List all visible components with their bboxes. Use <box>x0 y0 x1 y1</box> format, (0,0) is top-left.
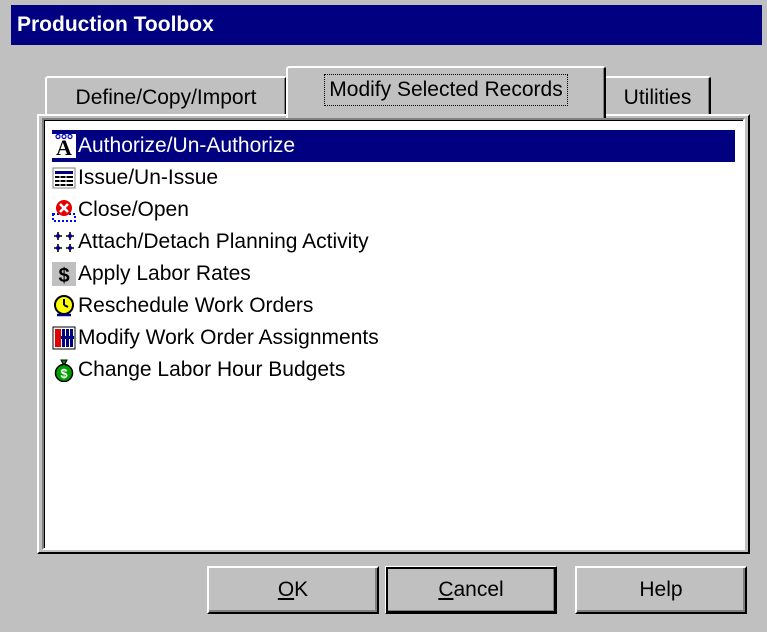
close-open-icon <box>52 198 76 222</box>
list-item[interactable]: Issue/Un-Issue <box>52 162 735 194</box>
help-button[interactable]: Help <box>575 566 747 614</box>
cancel-label-rest: ancel <box>453 578 504 601</box>
tab-modify-selected-records[interactable]: Modify Selected Records <box>286 66 606 118</box>
list-item-label: Issue/Un-Issue <box>78 166 219 189</box>
tab-label: Define/Copy/Import <box>75 86 257 109</box>
ok-mnemonic: O <box>277 578 295 601</box>
dollar-icon: $ <box>52 262 76 286</box>
list-item[interactable]: $ Change Labor Hour Budgets <box>52 354 735 386</box>
authorize-icon: A <box>52 134 76 158</box>
list-item[interactable]: $ Apply Labor Rates <box>52 258 735 290</box>
assignments-icon <box>52 326 76 350</box>
list-item-label: Reschedule Work Orders <box>78 294 314 317</box>
list-item[interactable]: Reschedule Work Orders <box>52 290 735 322</box>
action-listbox[interactable]: A Authorize/Un-Authorize Issue/Un-Issue … <box>42 118 745 550</box>
list-item-label: Apply Labor Rates <box>78 262 251 285</box>
help-label: Help <box>639 578 683 601</box>
attach-detach-icon <box>52 230 76 254</box>
production-toolbox-window: Production Toolbox Define/Copy/Import Mo… <box>0 0 767 632</box>
window-title: Production Toolbox <box>11 5 762 45</box>
cancel-button[interactable]: Cancel <box>385 566 557 614</box>
tab-label: Utilities <box>623 86 692 109</box>
list-item-label: Authorize/Un-Authorize <box>78 134 296 157</box>
svg-text:$: $ <box>60 366 68 381</box>
list-item[interactable]: Close/Open <box>52 194 735 226</box>
cancel-mnemonic: C <box>438 578 454 601</box>
list-item-label: Change Labor Hour Budgets <box>78 358 346 381</box>
tab-label: Modify Selected Records <box>324 74 568 106</box>
clock-icon <box>52 294 76 318</box>
list-item[interactable]: Modify Work Order Assignments <box>52 322 735 354</box>
svg-text:$: $ <box>58 265 69 286</box>
list-item[interactable]: A Authorize/Un-Authorize <box>52 130 735 162</box>
list-item-label: Attach/Detach Planning Activity <box>78 230 369 253</box>
action-list: A Authorize/Un-Authorize Issue/Un-Issue … <box>52 130 735 386</box>
list-item-label: Close/Open <box>78 198 189 221</box>
list-item[interactable]: Attach/Detach Planning Activity <box>52 226 735 258</box>
issue-icon <box>52 166 76 190</box>
ok-button[interactable]: OK <box>207 566 379 614</box>
money-bag-icon: $ <box>52 358 76 382</box>
ok-label-rest: K <box>294 578 309 601</box>
tab-define-copy-import[interactable]: Define/Copy/Import <box>45 76 287 116</box>
list-item-label: Modify Work Order Assignments <box>78 326 379 349</box>
tab-utilities[interactable]: Utilities <box>604 76 711 116</box>
